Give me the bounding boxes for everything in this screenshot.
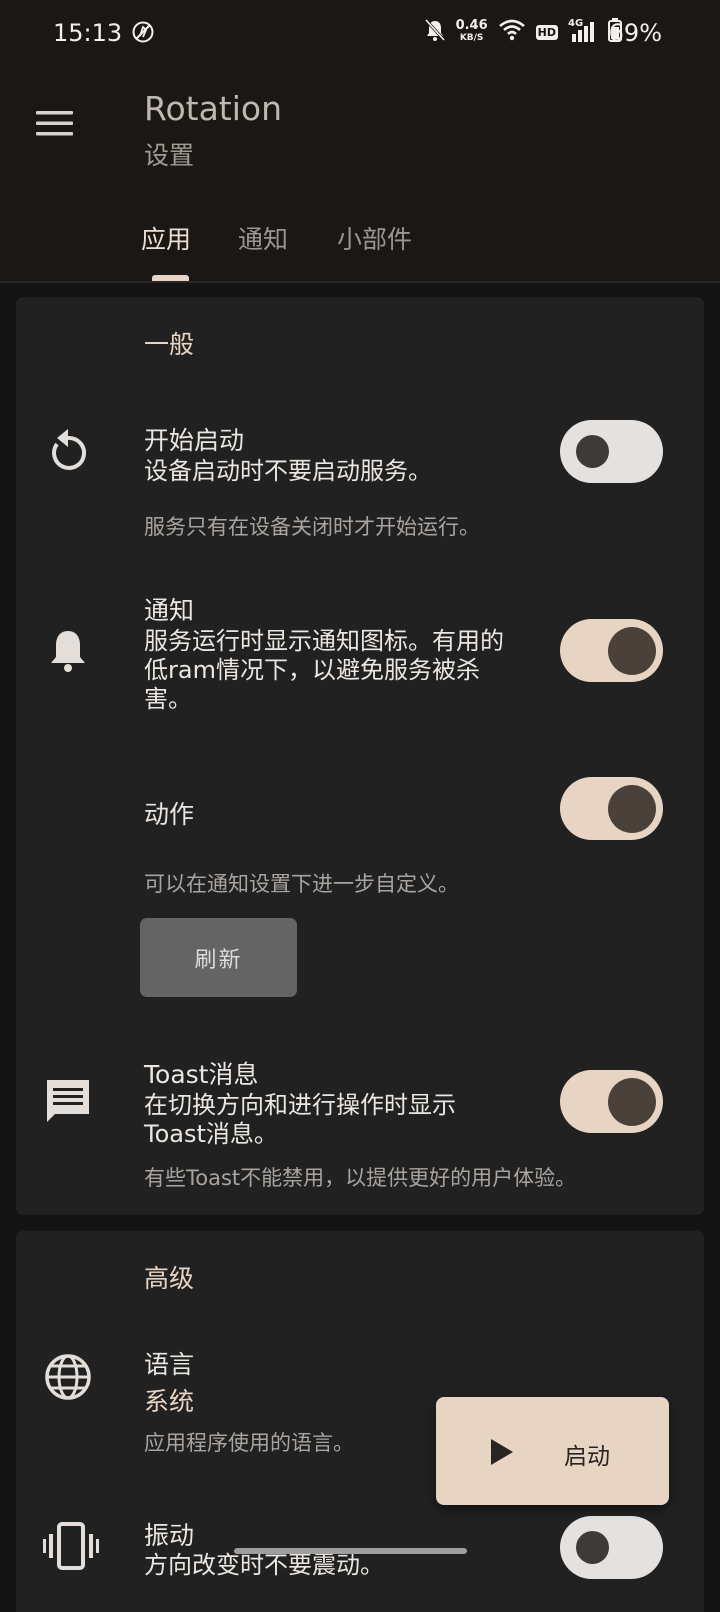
tab-notification[interactable]: 通知	[238, 220, 288, 256]
start-service-label: 启动	[564, 1444, 610, 1470]
message-icon	[43, 1076, 93, 1126]
net-speed-unit: KB/S	[459, 33, 484, 43]
net-speed: 0.46 KB/S	[455, 18, 488, 44]
toast-description: 有些Toast不能禁用，以提供更好的用户体验。	[144, 1166, 577, 1190]
section-title-general: 一般	[144, 330, 195, 359]
language-title: 语言	[144, 1350, 195, 1379]
vibration-switch[interactable]	[560, 1516, 663, 1579]
hamburger-menu-icon	[36, 111, 73, 136]
switch-thumb	[608, 627, 656, 675]
bell-icon	[43, 625, 93, 675]
actions-description: 可以在通知设置下进一步自定义。	[144, 872, 459, 896]
play-icon	[490, 1438, 514, 1470]
language-value: 系统	[144, 1387, 195, 1416]
app-bar-divider	[0, 281, 720, 283]
wifi-icon	[498, 19, 526, 45]
menu-button[interactable]	[28, 100, 84, 156]
nfc-off-icon	[132, 21, 154, 47]
notification-summary: 服务运行时显示通知图标。有用的低ram情况下，以避免服务被杀害。	[144, 627, 504, 713]
start-on-boot-summary: 设备启动时不要启动服务。	[144, 457, 432, 485]
switch-thumb	[608, 785, 656, 833]
status-icons: 0.46 KB/S HD 4G	[424, 17, 622, 47]
refresh-button[interactable]: 刷新	[140, 918, 297, 997]
tab-app[interactable]: 应用	[141, 220, 191, 256]
net-speed-value: 0.46	[455, 18, 488, 33]
vibration-title: 振动	[144, 1521, 195, 1550]
start-on-boot-description: 服务只有在设备关闭时才开始运行。	[144, 515, 480, 539]
tab-widget[interactable]: 小部件	[337, 220, 412, 256]
toast-switch[interactable]	[560, 1070, 663, 1133]
start-on-boot-title: 开始启动	[144, 426, 245, 455]
start-service-button[interactable]: 启动	[436, 1397, 669, 1505]
vibration-icon	[43, 1521, 99, 1571]
start-on-boot-switch[interactable]	[560, 420, 663, 483]
actions-switch[interactable]	[560, 777, 663, 840]
screen: 15:13 0.46 KB/S HD 4G 69% Rotation 设置 应用…	[0, 0, 720, 1612]
switch-thumb	[608, 1078, 656, 1126]
notification-switch[interactable]	[560, 619, 663, 682]
switch-thumb	[576, 1531, 609, 1564]
actions-title: 动作	[144, 800, 195, 829]
globe-icon	[43, 1352, 93, 1402]
restart-icon	[43, 426, 93, 476]
status-bar: 15:13 0.46 KB/S HD 4G 69%	[0, 0, 720, 64]
hd-badge: HD	[535, 24, 558, 40]
toast-summary: 在切换方向和进行操作时显示Toast消息。	[144, 1091, 456, 1148]
vibration-summary: 方向改变时不要震动。	[144, 1551, 384, 1579]
app-subtitle: 设置	[144, 141, 195, 170]
switch-thumb	[576, 435, 609, 468]
notification-title: 通知	[144, 596, 195, 625]
section-title-advanced: 高级	[144, 1264, 195, 1293]
status-time: 15:13	[53, 19, 123, 47]
battery-percent: 69%	[608, 19, 662, 47]
mute-bell-icon	[424, 18, 446, 46]
general-card: 一般 开始启动 设备启动时不要启动服务。 服务只有在设备关闭时才开始运行。 通知…	[16, 297, 704, 1215]
app-title: Rotation	[144, 89, 283, 128]
home-indicator[interactable]	[234, 1548, 467, 1554]
toast-title: Toast消息	[144, 1060, 259, 1089]
cell-signal-icon: 4G	[568, 18, 598, 44]
language-description: 应用程序使用的语言。	[144, 1431, 354, 1455]
